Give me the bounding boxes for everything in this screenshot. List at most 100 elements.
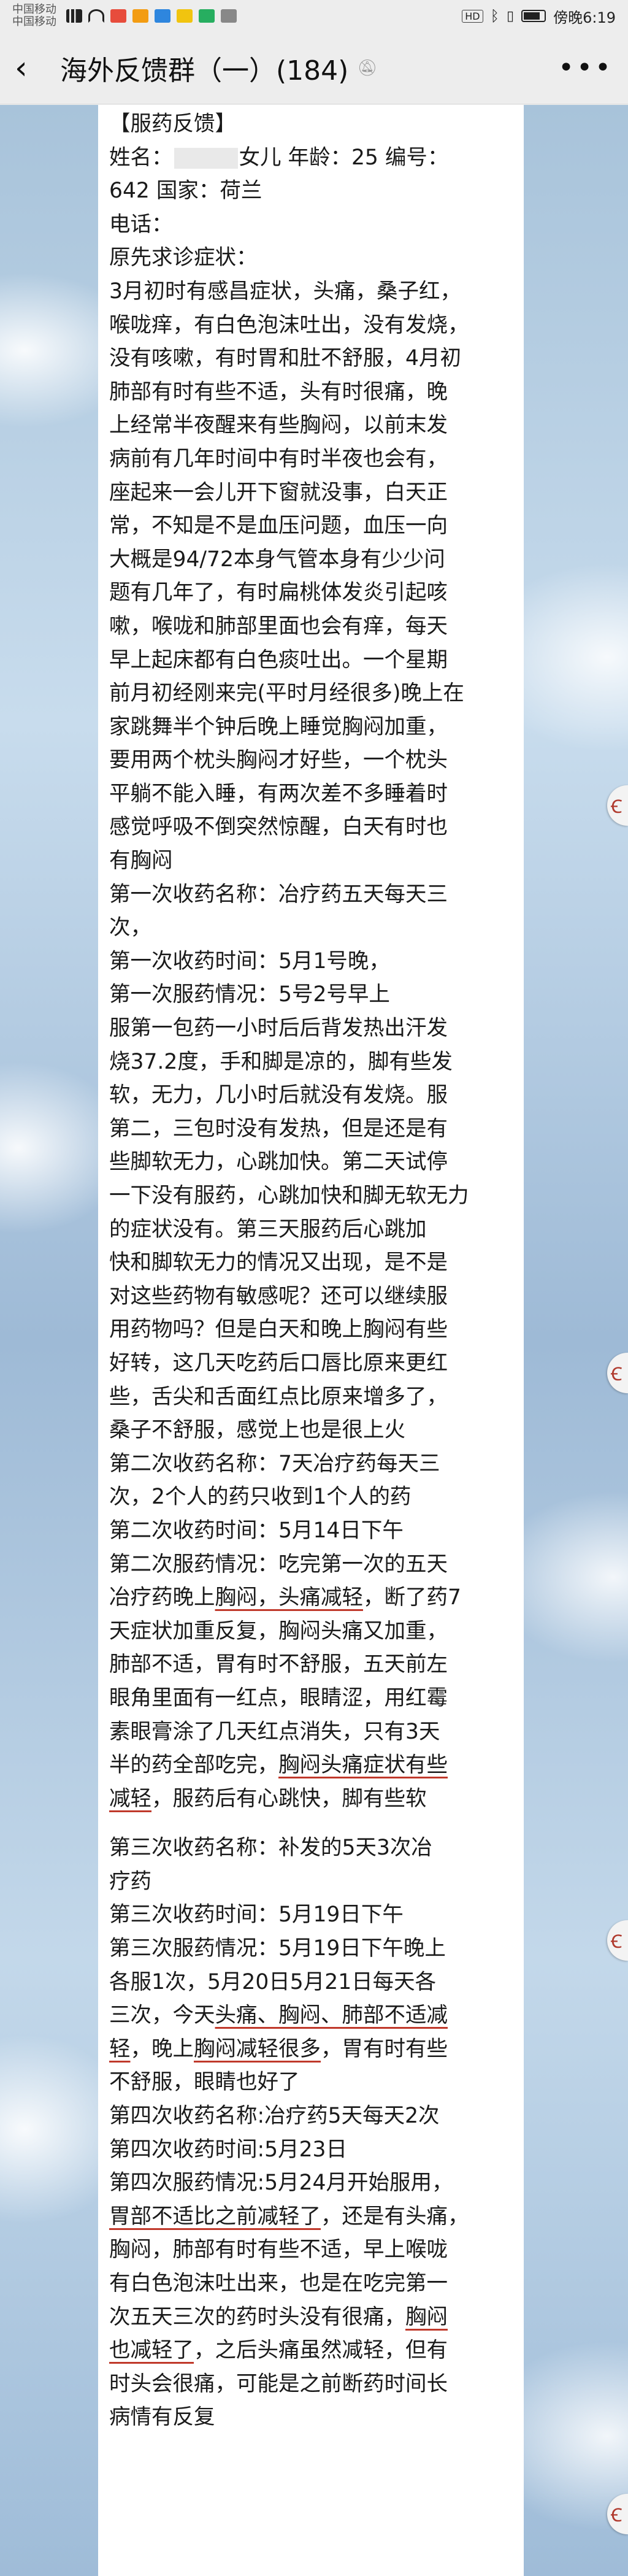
line-text: ，断了药7 <box>363 1585 461 1610</box>
message-line: 胃部不适比之前减轻了，还是有头痛， <box>109 2200 513 2234</box>
line-text: 前月初经刚来完(平时月经很多)晚上在 <box>109 681 464 706</box>
line-text: 软，无力，几小时后就没有发烧。服 <box>109 1083 448 1108</box>
message-line: 早上起床都有白色痰吐出。一个星期 <box>109 644 513 677</box>
message-line: 上经常半夜醒来有些胸闷，以前末发 <box>109 409 513 442</box>
status-right: HD ᛒ ▯ 傍晚6:19 <box>462 6 616 27</box>
message-line: 烧37.2度，手和脚是凉的，脚有些发 <box>109 1045 513 1079</box>
message-line: 的症状没有。第三天服药后心跳加 <box>109 1213 513 1247</box>
line-text: 不舒服，眼睛也好了 <box>109 2070 300 2095</box>
message-line: 第四次收药名称:冶疗药5天每天2次 <box>109 2099 513 2133</box>
carrier-1: 中国移动 <box>12 3 56 16</box>
message-line: 眼角里面有一红点，眼睛涩，用红霉 <box>109 1682 513 1715</box>
line-text: 第二，三包时没有发热，但是还是有 <box>109 1116 448 1141</box>
message-line: 冶疗药晚上胸闷，头痛减轻，断了药7 <box>109 1581 513 1615</box>
line-text: 些，舌尖和舌面红点比原来增多了， <box>109 1384 448 1409</box>
more-options-button[interactable]: ••• <box>558 52 613 83</box>
message-line: 【服药反馈】 <box>109 107 513 141</box>
message-line: 各服1次，5月20日5月21日每天各 <box>109 1966 513 1999</box>
message-line: 对这些药物有敏感呢？还可以继续服 <box>109 1280 513 1313</box>
line-text: 电话： <box>109 212 173 237</box>
line-text: 平躺不能入睡，有两次差不多睡着时 <box>109 781 448 806</box>
message-line: 快和脚软无力的情况又出现，是不是 <box>109 1246 513 1280</box>
message-line: 第一次收药名称：冶疗药五天每天三 <box>109 878 513 912</box>
underlined-text: 胸闷头痛症状有些 <box>278 1753 448 1778</box>
chat-title: 海外反馈群（一）(184) <box>60 55 349 87</box>
line-text: 服第一包药一小时后后背发热出汗发 <box>109 1016 448 1041</box>
battery-icon <box>521 10 546 22</box>
bluetooth-icon: ᛒ <box>490 7 499 25</box>
line-text: 的症状没有。第三天服药后心跳加 <box>109 1217 427 1242</box>
app-icon-blue <box>155 9 170 23</box>
line-text: 第四次收药时间:5月23日 <box>109 2137 347 2162</box>
line-text: 天症状加重反复，胸闷头痛又加重， <box>109 1618 448 1644</box>
line-text: 第二次收药时间：5月14日下午 <box>109 1518 404 1543</box>
message-line: 肺部有时有些不适，头有时很痛，晚 <box>109 375 513 409</box>
message-line: 座起来一会儿开下窗就没事，白天正 <box>109 476 513 510</box>
line-text: 疗药 <box>109 1869 151 1894</box>
message-line: 感觉呼吸不倒突然惊醒，白天有时也 <box>109 810 513 844</box>
underlined-text: 轻 <box>109 2036 131 2061</box>
message-line: 第一次服药情况：5号2号早上 <box>109 978 513 1012</box>
status-bar: 中国移动 中国移动 HD ᛒ ▯ 傍晚6:19 <box>0 0 628 32</box>
line-text: 大概是94/72本身气管本身有少少问 <box>109 547 445 572</box>
message-line: 时头会很痛，可能是之前断药时间长 <box>109 2367 513 2401</box>
wifi-icon <box>88 9 104 23</box>
line-text: 第一次服药情况：5号2号早上 <box>109 982 390 1007</box>
line-text: 要用两个枕头胸闷才好些，一个枕头 <box>109 748 448 773</box>
line-text: ，服药后有心跳快，脚有些软 <box>151 1786 427 1811</box>
underlined-text: 胃部不适比之前减轻了 <box>109 2204 321 2229</box>
message-line: 大概是94/72本身气管本身有少少问 <box>109 543 513 577</box>
line-text: 3月初时有感昌症状，头痛，桑子红， <box>109 279 461 304</box>
line-text: 冶疗药晚上 <box>109 1585 215 1610</box>
underlined-text: 胸闷，头痛减轻 <box>215 1585 364 1610</box>
line-text: 第四次收药名称:冶疗药5天每天2次 <box>109 2104 440 2129</box>
line-text: 女儿 年龄：25 编号： <box>239 145 449 170</box>
message-line: 题有几年了，有时扁桃体发炎引起咳 <box>109 576 513 610</box>
line-text: 642 国家：荷兰 <box>109 179 262 204</box>
message-line: 用药物吗？但是白天和晚上胸闷有些 <box>109 1313 513 1347</box>
message-line: 减轻，服药后有心跳快，脚有些软 <box>109 1782 513 1816</box>
line-text: ，晚上 <box>130 2036 194 2061</box>
line-text: 病前有几年时间中有时半夜也会有， <box>109 446 448 471</box>
app-icon-green <box>199 9 215 23</box>
app-icon-gray <box>221 9 237 23</box>
message-line: 第二次收药名称：7天冶疗药每天三 <box>109 1447 513 1481</box>
back-button[interactable]: ‹ <box>15 52 49 84</box>
message-line: 没有咳嗽，有时胃和肚不舒服，4月初 <box>109 342 513 375</box>
message-line: 半的药全部吃完，胸闷头痛症状有些 <box>109 1748 513 1782</box>
line-text: 眼角里面有一红点，眼睛涩，用红霉 <box>109 1685 448 1710</box>
line-text: 常，不知是不是血压问题，血压一向 <box>109 513 448 539</box>
line-text: 上经常半夜醒来有些胸闷，以前末发 <box>109 413 448 438</box>
message-line: 常，不知是不是血压问题，血压一向 <box>109 509 513 543</box>
message-line: 次， <box>109 911 513 945</box>
message-line: 第三次服药情况：5月19日下午晚上 <box>109 1932 513 1966</box>
message-line: 次，2个人的药只收到1个人的药 <box>109 1480 513 1514</box>
message-line: 病情有反复 <box>109 2401 513 2434</box>
line-text: ，还是有头痛， <box>321 2204 469 2229</box>
message-line: 一下没有服药，心跳加快和脚无软无力 <box>109 1179 513 1213</box>
line-text: 【服药反馈】 <box>109 112 236 136</box>
line-text: ，之后头痛虽然减轻，但有 <box>194 2338 448 2363</box>
message-line: 3月初时有感昌症状，头痛，桑子红， <box>109 275 513 309</box>
underlined-text: 头痛、胸闷、肺部不适减 <box>215 2003 448 2028</box>
line-text: 些脚软无力，心跳加快。第二天试停 <box>109 1150 448 1175</box>
notification-icons <box>66 9 237 23</box>
line-text: 有胸闷 <box>109 848 173 874</box>
line-text: 第一次收药名称：冶疗药五天每天三 <box>109 882 448 907</box>
feedback-message-bubble[interactable]: 【服药反馈】 姓名： 女儿 年龄：25 编号： 642 国家：荷兰 电话： 原先求诊症状：… <box>98 105 524 2576</box>
line-text: 烧37.2度，手和脚是凉的，脚有些发 <box>109 1049 453 1074</box>
line-text: 第二次服药情况：吃完第一次的五天 <box>109 1551 448 1577</box>
message-line: 软，无力，几小时后就没有发烧。服 <box>109 1078 513 1112</box>
line-text: 三次，今天 <box>109 2003 215 2028</box>
clock: 傍晚6:19 <box>553 9 616 26</box>
line-text: 座起来一会儿开下窗就没事，白天正 <box>109 480 448 505</box>
line-text: ，胃有时有些 <box>321 2036 448 2061</box>
chat-header: ‹ 海外反馈群（一）(184) 🔕︎ ••• <box>0 32 628 104</box>
line-text: 第一次收药时间：5月1号晚， <box>109 948 390 974</box>
message-line: 要用两个枕头胸闷才好些，一个枕头 <box>109 744 513 777</box>
line-text: 有白色泡沫吐出来，也是在吃完第一 <box>109 2271 448 2296</box>
line-text: 第三次收药名称：补发的5天3次冶 <box>109 1836 432 1861</box>
message-line: 不舒服，眼睛也好了 <box>109 2066 513 2099</box>
line-text: 对这些药物有敏感呢？还可以继续服 <box>109 1283 448 1309</box>
